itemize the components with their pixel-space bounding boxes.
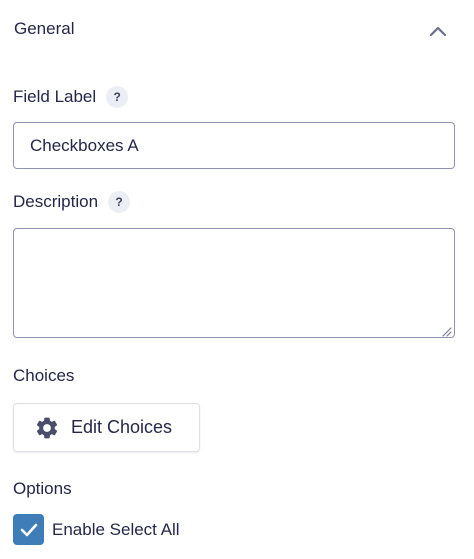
section-title: General bbox=[14, 19, 75, 38]
field-label-help-icon[interactable]: ? bbox=[106, 86, 129, 108]
enable-select-all-checkbox[interactable] bbox=[13, 514, 44, 545]
enable-select-all-option[interactable]: Enable Select All bbox=[13, 514, 180, 545]
enable-select-all-label: Enable Select All bbox=[52, 519, 180, 539]
general-section-header[interactable]: General bbox=[0, 0, 474, 62]
field-label-input[interactable] bbox=[13, 122, 455, 169]
checkmark-icon bbox=[20, 523, 37, 536]
description-label-text: Description bbox=[13, 192, 99, 211]
description-heading: Description ? bbox=[13, 191, 131, 213]
resize-grip-icon[interactable] bbox=[441, 324, 452, 337]
options-label-text: Options bbox=[13, 479, 72, 498]
chevron-up-icon[interactable] bbox=[426, 20, 450, 42]
options-heading: Options bbox=[13, 479, 72, 499]
field-settings-panel: General Field Label ? Description ? Choi… bbox=[0, 0, 474, 559]
choices-heading: Choices bbox=[13, 366, 74, 386]
edit-choices-label: Edit Choices bbox=[71, 417, 173, 437]
description-textarea[interactable] bbox=[13, 228, 455, 338]
field-label-text: Field Label bbox=[13, 87, 97, 106]
gear-icon bbox=[34, 415, 60, 441]
description-help-icon[interactable]: ? bbox=[108, 191, 131, 213]
field-label-heading: Field Label ? bbox=[13, 86, 129, 108]
edit-choices-button[interactable]: Edit Choices bbox=[13, 403, 200, 452]
choices-label-text: Choices bbox=[13, 366, 75, 385]
